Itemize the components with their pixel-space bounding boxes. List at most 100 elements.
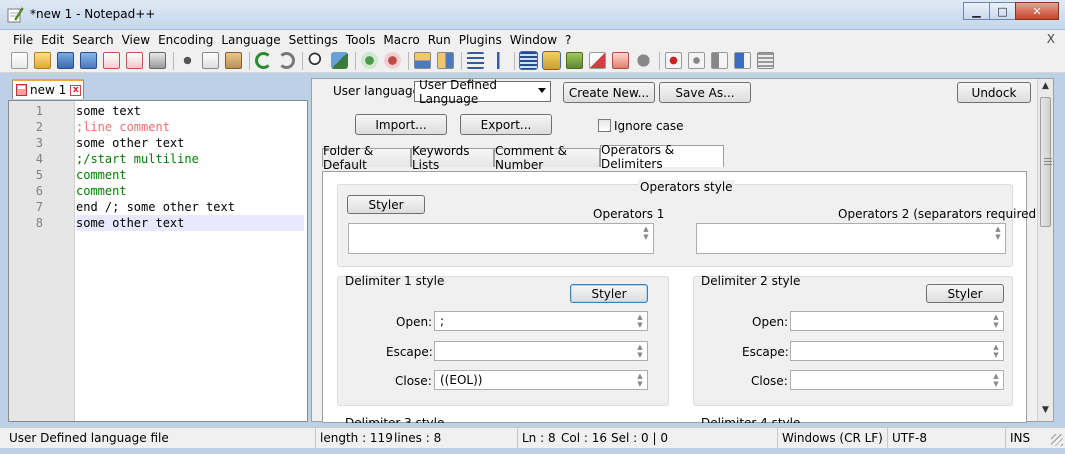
menu-view[interactable]: View bbox=[118, 33, 154, 47]
menu-tools[interactable]: Tools bbox=[342, 33, 380, 47]
replace-icon[interactable] bbox=[331, 52, 348, 69]
operators-styler-button[interactable]: Styler bbox=[347, 195, 425, 214]
close-icon[interactable] bbox=[103, 52, 120, 69]
delimiter-2-open-input[interactable]: ▲ ▼ bbox=[790, 311, 1004, 331]
operators-1-input[interactable]: ▲ ▼ bbox=[348, 223, 654, 254]
maximize-button[interactable]: □ bbox=[989, 2, 1016, 20]
menu-macro[interactable]: Macro bbox=[379, 33, 423, 47]
menu-help[interactable]: ? bbox=[561, 33, 575, 47]
operators-2-input[interactable]: ▲ ▼ bbox=[696, 223, 1006, 254]
spin-arrows-icon[interactable]: ▲ ▼ bbox=[992, 225, 1004, 241]
indent-guide-icon[interactable] bbox=[519, 51, 538, 70]
undo-icon[interactable] bbox=[255, 52, 272, 69]
line-number: 5 bbox=[35, 168, 43, 182]
close-document-x[interactable]: X bbox=[1047, 32, 1055, 46]
scrollbar-thumb[interactable] bbox=[1040, 97, 1052, 227]
word-wrap-icon[interactable] bbox=[467, 52, 484, 69]
code-line[interactable]: 3 some other text bbox=[9, 135, 307, 151]
menu-window[interactable]: Window bbox=[506, 33, 561, 47]
copy-icon[interactable] bbox=[202, 52, 219, 69]
save-macro-icon[interactable] bbox=[757, 52, 774, 69]
spin-arrows-icon[interactable]: ▲ ▼ bbox=[634, 313, 646, 329]
function-list-icon[interactable] bbox=[589, 52, 606, 69]
monitoring-icon[interactable] bbox=[635, 52, 652, 69]
menu-encoding[interactable]: Encoding bbox=[154, 33, 217, 47]
spin-arrows-icon[interactable]: ▲ ▼ bbox=[634, 343, 646, 359]
user-language-icon[interactable] bbox=[542, 51, 561, 70]
spin-arrows-icon[interactable]: ▲ ▼ bbox=[990, 372, 1002, 388]
code-line-current[interactable]: 8 some other text bbox=[9, 215, 307, 231]
run-macro-multiple-icon[interactable] bbox=[734, 52, 751, 69]
code-line[interactable]: 6 comment bbox=[9, 183, 307, 199]
user-language-select[interactable]: User Defined Language bbox=[414, 78, 551, 106]
open-file-icon[interactable] bbox=[34, 52, 51, 69]
document-tab[interactable]: new 1 x bbox=[12, 79, 84, 99]
delimiter-1-styler-button[interactable]: Styler bbox=[570, 284, 648, 303]
menu-plugins[interactable]: Plugins bbox=[455, 33, 506, 47]
tab-close-icon[interactable]: x bbox=[70, 84, 82, 96]
delimiter-1-close-label: Close: bbox=[395, 374, 432, 388]
export-button[interactable]: Export... bbox=[460, 114, 552, 135]
menu-language[interactable]: Language bbox=[217, 33, 284, 47]
toolbar-separator bbox=[302, 51, 303, 70]
redo-icon[interactable] bbox=[278, 52, 295, 69]
find-icon[interactable] bbox=[308, 52, 325, 69]
tab-keywords-lists[interactable]: Keywords Lists bbox=[411, 144, 494, 172]
undock-button[interactable]: Undock bbox=[957, 82, 1031, 103]
code-editor[interactable]: 1 some text 2 ;line comment 3 some other… bbox=[8, 100, 308, 422]
sync-horizontal-icon[interactable] bbox=[437, 52, 454, 69]
menu-settings[interactable]: Settings bbox=[285, 33, 342, 47]
tab-operators-delimiters[interactable]: Operators & Delimiters bbox=[600, 143, 724, 171]
menu-search[interactable]: Search bbox=[68, 33, 117, 47]
delimiter-2-escape-input[interactable]: ▲ ▼ bbox=[790, 341, 1004, 361]
code-line[interactable]: 2 ;line comment bbox=[9, 119, 307, 135]
print-icon[interactable] bbox=[149, 52, 166, 69]
save-all-icon[interactable] bbox=[80, 52, 97, 69]
code-line[interactable]: 7 end /; some other text bbox=[9, 199, 307, 215]
zoom-out-icon[interactable] bbox=[384, 52, 401, 69]
save-icon[interactable] bbox=[57, 52, 74, 69]
close-window-button[interactable]: ✕ bbox=[1015, 2, 1059, 20]
play-macro-icon[interactable] bbox=[711, 52, 728, 69]
spin-arrows-icon[interactable]: ▲ ▼ bbox=[634, 372, 646, 388]
doc-map-icon[interactable] bbox=[566, 52, 583, 69]
notepadpp-app-icon[interactable] bbox=[6, 6, 24, 24]
delimiter-1-open-input[interactable]: ; ▲ ▼ bbox=[434, 311, 648, 331]
import-button[interactable]: Import... bbox=[355, 114, 447, 135]
stop-macro-icon[interactable] bbox=[688, 52, 705, 69]
tab-comment-number[interactable]: Comment & Number bbox=[494, 144, 600, 172]
spin-arrows-icon[interactable]: ▲ ▼ bbox=[990, 343, 1002, 359]
delimiter-2-close-input[interactable]: ▲ ▼ bbox=[790, 370, 1004, 390]
delimiter-1-escape-input[interactable]: ▲ ▼ bbox=[434, 341, 648, 361]
delimiter-1-close-input[interactable]: ((EOL)) ▲ ▼ bbox=[434, 370, 648, 390]
sync-vertical-icon[interactable] bbox=[414, 52, 431, 69]
save-as-button[interactable]: Save As... bbox=[659, 82, 751, 103]
delimiter-2-styler-button[interactable]: Styler bbox=[926, 284, 1004, 303]
menu-file[interactable]: File bbox=[9, 33, 37, 47]
spin-arrows-icon[interactable]: ▲ ▼ bbox=[640, 225, 652, 241]
scroll-up-icon[interactable]: ▲ bbox=[1038, 81, 1053, 95]
new-file-icon[interactable] bbox=[11, 52, 28, 69]
minimize-button[interactable]: ▁ bbox=[963, 2, 990, 20]
delimiter-1-style-group: Delimiter 1 style Styler Open: ; ▲ ▼ Esca… bbox=[337, 274, 669, 406]
close-all-icon[interactable] bbox=[126, 52, 143, 69]
record-macro-icon[interactable] bbox=[665, 52, 682, 69]
code-line[interactable]: 1 some text bbox=[9, 103, 307, 119]
scroll-down-icon[interactable]: ▼ bbox=[1038, 405, 1053, 419]
code-line[interactable]: 5 comment bbox=[9, 167, 307, 183]
create-new-button[interactable]: Create New... bbox=[563, 82, 655, 103]
menu-run[interactable]: Run bbox=[424, 33, 455, 47]
ignore-case-checkbox[interactable] bbox=[598, 119, 611, 132]
thumb-grip bbox=[1044, 164, 1052, 165]
all-chars-icon[interactable] bbox=[490, 52, 507, 69]
panel-vertical-scrollbar[interactable]: ▲ ▼ bbox=[1037, 79, 1053, 421]
spin-arrows-icon[interactable]: ▲ ▼ bbox=[990, 313, 1002, 329]
zoom-in-icon[interactable] bbox=[361, 52, 378, 69]
tab-folder-default[interactable]: Folder & Default bbox=[322, 144, 411, 172]
paste-icon[interactable] bbox=[225, 52, 242, 69]
resize-grip-icon[interactable] bbox=[1051, 434, 1063, 446]
cut-icon[interactable] bbox=[179, 52, 196, 69]
menu-edit[interactable]: Edit bbox=[37, 33, 68, 47]
code-line[interactable]: 4 ;/start multiline bbox=[9, 151, 307, 167]
folder-workspace-icon[interactable] bbox=[612, 52, 629, 69]
